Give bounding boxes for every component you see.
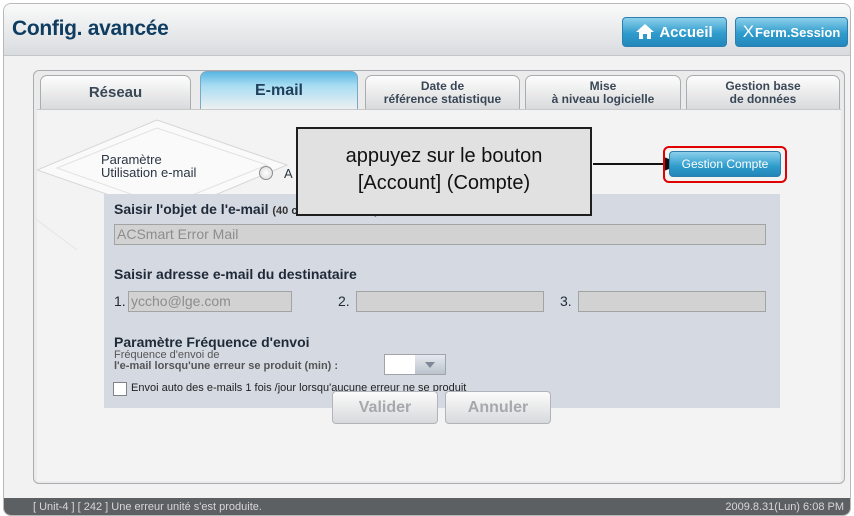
status-datetime: 2009.8.31(Lun) 6:08 PM <box>725 501 844 513</box>
auto-send-checkbox[interactable] <box>113 382 127 396</box>
tab-software-update[interactable]: Mise à niveau logicielle <box>525 75 681 109</box>
callout-arrow <box>593 163 671 165</box>
status-bar: [ Unit-4 ] [ 242 ] Une erreur unité s'es… <box>4 498 850 515</box>
recipient-2-input[interactable] <box>356 291 544 312</box>
settings-panel: Réseau E-mail Date de référence statisti… <box>33 70 845 484</box>
email-usage-label: Paramètre Utilisation e-mail <box>101 152 197 180</box>
tab-label-line: Date de <box>420 78 465 93</box>
status-message: [ Unit-4 ] [ 242 ] Une erreur unité s'es… <box>33 501 262 513</box>
header-bar: Config. avancée Accueil X Ferm.Session <box>4 4 850 56</box>
tab-label-line: référence statistique <box>383 91 502 106</box>
tab-label-line: Mise <box>589 78 617 93</box>
email-usage-radio[interactable] <box>259 166 273 180</box>
home-icon <box>636 24 655 40</box>
tab-reseau[interactable]: Réseau <box>40 75 191 109</box>
chevron-down-icon[interactable] <box>415 355 445 374</box>
tab-email[interactable]: E-mail <box>200 71 358 110</box>
home-button[interactable]: Accueil <box>622 17 727 47</box>
recipient-number: 1. <box>114 293 126 309</box>
tab-label: E-mail <box>254 82 303 99</box>
tab-date-reference[interactable]: Date de référence statistique <box>365 75 520 109</box>
tab-label-line: à niveau logicielle <box>551 91 655 106</box>
frequency-select[interactable] <box>384 354 446 375</box>
home-button-label: Accueil <box>659 23 713 41</box>
frequency-sub-label: Fréquence d'envoi de l'e-mail lorsqu'une… <box>114 349 339 372</box>
tab-label: Réseau <box>88 84 143 101</box>
app-window: Config. avancée Accueil X Ferm.Session R… <box>3 3 851 516</box>
tab-label-line: Gestion base <box>725 78 801 93</box>
email-usage-radio-label: A <box>284 166 293 181</box>
instruction-callout: appuyez sur le bouton [Account] (Compte) <box>296 127 592 216</box>
cancel-button[interactable]: Annuler <box>445 391 551 424</box>
recipient-label: Saisir adresse e-mail du destinataire <box>114 266 357 282</box>
email-tab-content: Paramètre Utilisation e-mail A Saisir l'… <box>37 109 841 481</box>
subject-input[interactable]: ACSmart Error Mail <box>114 224 766 245</box>
recipient-1-input[interactable]: yccho@lge.com <box>128 291 292 312</box>
logout-button[interactable]: X Ferm.Session <box>735 17 848 47</box>
close-icon: X <box>742 22 755 41</box>
frequency-label: Paramètre Fréquence d'envoi <box>114 334 310 350</box>
page-title: Config. avancée <box>12 17 169 40</box>
validate-button[interactable]: Valider <box>332 391 438 424</box>
tab-label-line: de données <box>729 91 797 106</box>
email-form: Saisir l'objet de l'e-mail (40 caractère… <box>104 194 780 408</box>
recipient-number: 2. <box>338 293 350 309</box>
recipient-3-input[interactable] <box>578 291 766 312</box>
frequency-select-value <box>385 355 415 374</box>
logout-button-label: Ferm.Session <box>755 24 841 40</box>
account-management-button[interactable]: Gestion Compte <box>669 151 781 177</box>
recipient-number: 3. <box>560 293 572 309</box>
tab-database[interactable]: Gestion base de données <box>686 75 840 109</box>
